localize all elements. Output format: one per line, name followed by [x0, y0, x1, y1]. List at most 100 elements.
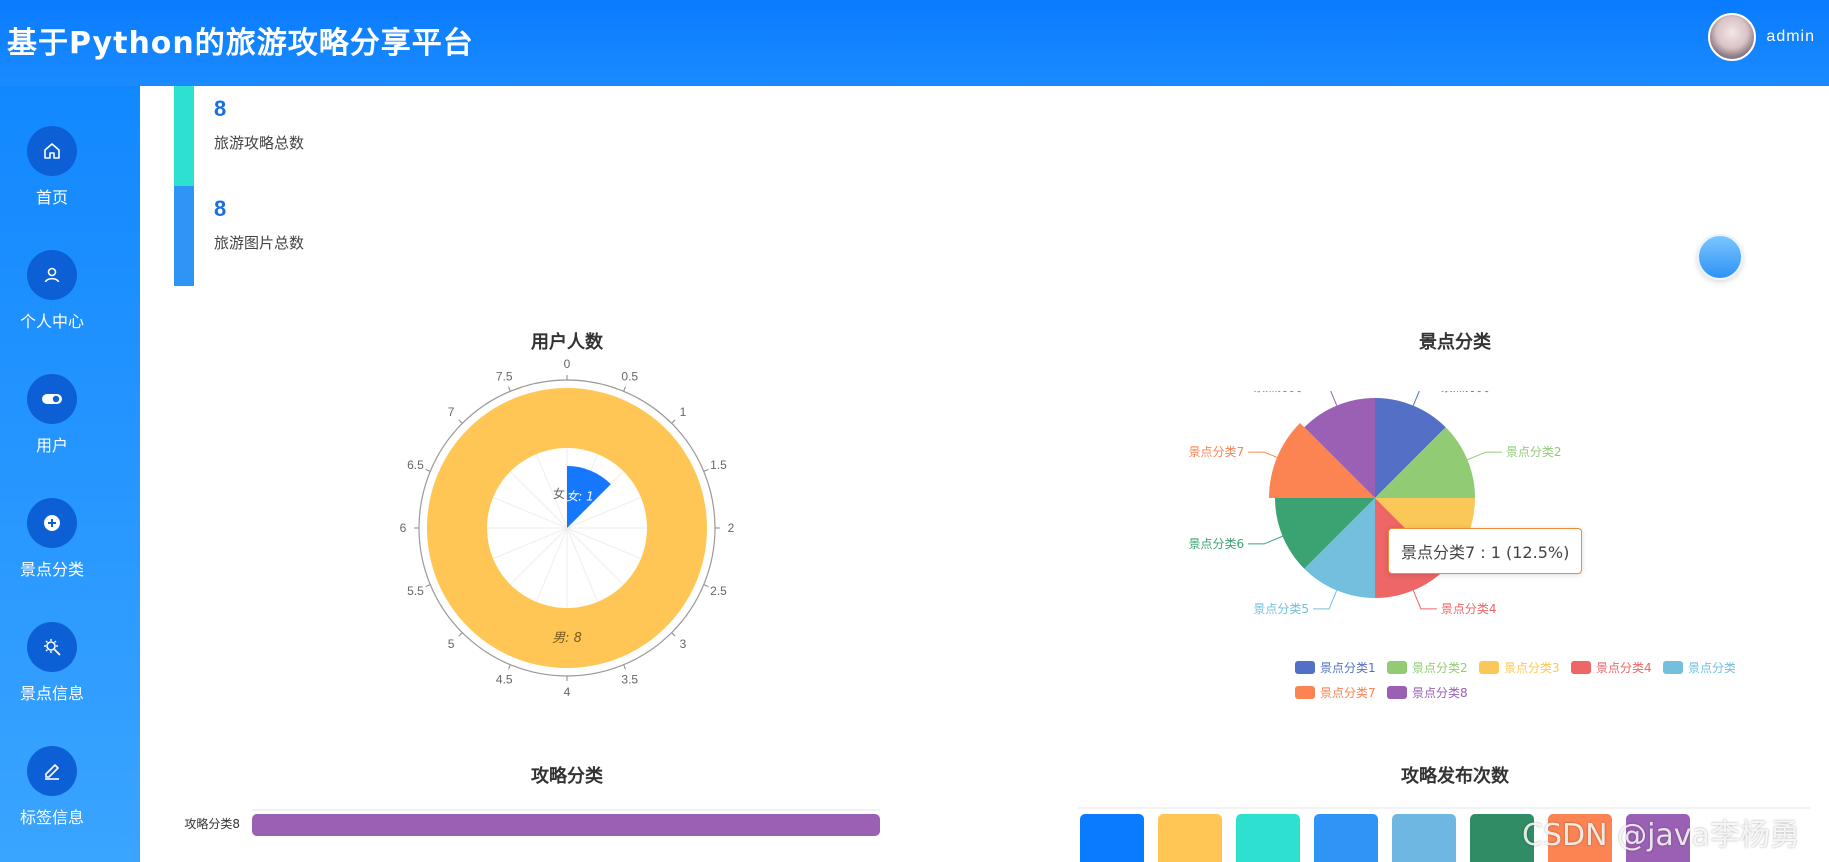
chart-tooltip: 景点分类7 : 1 (12.5%) — [1388, 528, 1583, 574]
sidebar-item-label: 景点信息 — [19, 684, 84, 703]
chart-title-guide-category: 攻略分类 — [531, 766, 603, 787]
polar-tick-mark — [425, 584, 431, 588]
pie-label-line — [1412, 391, 1420, 406]
person-icon — [27, 250, 77, 300]
legend-swatch — [1295, 686, 1315, 699]
sidebar-item-profile[interactable]: 个人中心 — [0, 250, 104, 332]
stat-card-images: 8 旅游图片总数 — [174, 186, 734, 286]
legend-label: 景点分类2 — [1412, 661, 1468, 675]
pie-label: 景点分类4 — [1441, 602, 1497, 616]
polar-tick-label: 2 — [728, 521, 735, 535]
polar-tick-mark — [458, 419, 463, 424]
polar-tick-mark — [623, 664, 627, 670]
polar-tick-label: 3 — [680, 637, 687, 651]
legend-label: 景点分类7 — [1320, 686, 1376, 700]
polar-bar-label: 男: 8 — [552, 631, 582, 646]
pie-label: 景点分类8 — [1253, 391, 1309, 394]
pie-label-line — [1248, 535, 1283, 545]
polar-tick-label: 5 — [448, 637, 455, 651]
sidebar-item-label: 景点分类 — [19, 560, 84, 579]
plus-circle-icon — [27, 498, 77, 548]
polar-bar-chart: 0 0.5 1 1.5 2 2.5 3 3.5 4 4.5 5 5.5 6 6.5 7 7.5 女: 1女男: … — [400, 357, 735, 699]
sidebar-item-label: 个人中心 — [19, 312, 84, 331]
polar-tick-label: 7.5 — [496, 369, 513, 383]
pie-label-line — [1330, 391, 1338, 406]
polar-tick-mark — [703, 468, 709, 472]
axis-category-label: 攻略分类8 — [184, 816, 240, 831]
polar-tick-label: 4 — [564, 685, 571, 699]
app-title: 基于Python的旅游攻略分享平台 — [7, 26, 474, 61]
pie-label-line — [1412, 590, 1437, 610]
polar-tick-label: 5.5 — [407, 584, 424, 598]
bar — [1392, 814, 1456, 862]
polar-tick-label: 6.5 — [407, 458, 424, 472]
polar-tick-label: 0 — [564, 357, 571, 371]
top-header: 基于Python的旅游攻略分享平台 admin — [0, 0, 1829, 86]
stat-value: 8 — [214, 196, 227, 221]
legend-swatch — [1571, 661, 1591, 674]
legend-swatch — [1663, 661, 1683, 674]
settings-search-icon — [27, 622, 77, 672]
legend-label: 景点分类3 — [1504, 661, 1560, 675]
polar-tick-label: 7 — [448, 405, 455, 419]
pie-label: 景点分类1 — [1441, 391, 1497, 394]
legend-swatch — [1387, 661, 1407, 674]
stat-accent-bar — [174, 186, 194, 286]
floating-action-button[interactable] — [1697, 234, 1743, 280]
legend-swatch — [1387, 686, 1407, 699]
stat-accent-bar — [174, 86, 194, 186]
stat-label: 旅游图片总数 — [214, 234, 305, 252]
pie-label: 景点分类6 — [1188, 537, 1244, 551]
polar-tick-label: 6 — [400, 521, 407, 535]
chart-title-guide-count: 攻略发布次数 — [1401, 766, 1509, 787]
bar — [1080, 814, 1144, 862]
watermark: CSDN @java李杨勇 — [1522, 818, 1800, 853]
toggle-icon — [27, 374, 77, 424]
legend-swatch — [1479, 661, 1499, 674]
polar-tick-mark — [425, 468, 431, 472]
polar-tick-label: 3.5 — [621, 673, 638, 687]
polar-grid-line — [510, 527, 568, 585]
sidebar-item-label: 首页 — [35, 188, 68, 207]
sidebar-item-label: 用户 — [35, 436, 68, 455]
polar-tick-mark — [507, 664, 511, 670]
user-menu[interactable]: admin — [1708, 13, 1815, 61]
pie-label: 景点分类2 — [1506, 445, 1562, 459]
legend-swatch — [1295, 661, 1315, 674]
sidebar-item-label: 标签信息 — [19, 808, 84, 827]
polar-tick-mark — [703, 584, 709, 588]
sidebar-item-home[interactable]: 首页 — [0, 126, 104, 208]
chart-title-scenic-category: 景点分类 — [1419, 332, 1491, 353]
pie-label-line — [1467, 451, 1502, 461]
legend-label: 景点分类1 — [1320, 661, 1376, 675]
bar — [1314, 814, 1378, 862]
polar-tick-label: 1.5 — [710, 458, 727, 472]
polar-tick-mark — [671, 632, 676, 637]
pie-label-line — [1313, 590, 1338, 610]
polar-tick-label: 1 — [680, 405, 687, 419]
polar-tick-mark — [623, 386, 627, 392]
main-content: 8 旅游攻略总数 8 旅游图片总数 用户人数 景点分类 攻略分类 攻略发布次数 … — [140, 86, 1829, 862]
edit-icon — [27, 746, 77, 796]
bar — [1158, 814, 1222, 862]
legend-label: 景点分类8 — [1412, 686, 1468, 700]
sidebar-item-tags[interactable]: 标签信息 — [0, 746, 104, 828]
stat-label: 旅游攻略总数 — [214, 134, 305, 152]
sidebar: 首页 个人中心 用户 景点分类 景点信息 标签信息 — [0, 86, 140, 862]
polar-tick-label: 0.5 — [621, 369, 638, 383]
polar-tick-mark — [458, 632, 463, 637]
polar-tick-label: 4.5 — [496, 673, 513, 687]
polar-category-label: 女 — [553, 486, 565, 501]
username[interactable]: admin — [1766, 28, 1815, 46]
sidebar-item-scenic-category[interactable]: 景点分类 — [0, 498, 104, 580]
sidebar-item-scenic-info[interactable]: 景点信息 — [0, 622, 104, 704]
stat-card-guides: 8 旅游攻略总数 — [174, 86, 734, 186]
polar-tick-mark — [671, 419, 676, 424]
sidebar-item-users[interactable]: 用户 — [0, 374, 104, 456]
legend-label: 景点分类5 — [1688, 661, 1735, 675]
polar-tick-label: 2.5 — [710, 584, 727, 598]
pie-label: 景点分类7 — [1188, 445, 1244, 459]
home-icon — [27, 126, 77, 176]
pie-label: 景点分类5 — [1253, 602, 1309, 616]
avatar[interactable] — [1708, 13, 1757, 61]
